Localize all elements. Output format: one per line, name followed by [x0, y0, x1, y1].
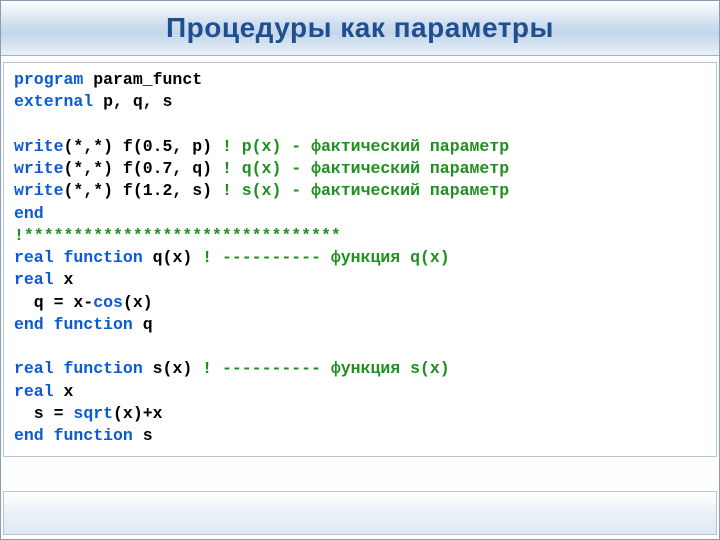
code-line: end function q — [14, 315, 153, 334]
code-line: real function q(x) ! ---------- функция … — [14, 248, 450, 267]
code-line: !******************************** — [14, 226, 341, 245]
code-line: program param_funct — [14, 70, 202, 89]
slide: Процедуры как параметры program param_fu… — [0, 0, 720, 540]
code-line: write(*,*) f(0.5, p) ! p(x) - фактически… — [14, 137, 509, 156]
code-line: external p, q, s — [14, 92, 172, 111]
code-line: real x — [14, 270, 73, 289]
title-bar: Процедуры как параметры — [1, 1, 719, 56]
code-line: end — [14, 204, 44, 223]
slide-title: Процедуры как параметры — [166, 12, 554, 44]
code-line: write(*,*) f(1.2, s) ! s(x) - фактически… — [14, 181, 509, 200]
code-block: program param_funct external p, q, s wri… — [3, 62, 717, 457]
code-line: real x — [14, 382, 73, 401]
code-line: s = sqrt(x)+x — [14, 404, 163, 423]
code-line: write(*,*) f(0.7, q) ! q(x) - фактически… — [14, 159, 509, 178]
code-line: real function s(x) ! ---------- функция … — [14, 359, 450, 378]
code-line: q = x-cos(x) — [14, 293, 153, 312]
code-line: end function s — [14, 426, 153, 445]
footer-bar — [3, 491, 717, 535]
